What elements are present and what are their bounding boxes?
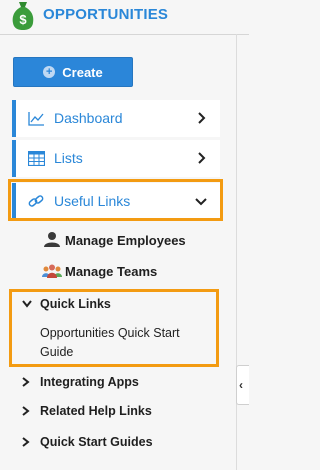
grid-list-icon [28,151,45,166]
section-integrating-apps[interactable]: Integrating Apps [20,375,139,389]
line-chart-icon [28,112,44,126]
section-label: Quick Start Guides [40,435,153,449]
chevron-right-icon [22,437,30,447]
money-bag-icon: $ [12,2,34,30]
section-quick-start-guides[interactable]: Quick Start Guides [20,435,153,449]
svg-text:$: $ [19,12,27,27]
chevron-right-icon [198,112,206,124]
section-label: Related Help Links [40,404,152,418]
link-manage-employees[interactable]: Manage Employees [65,233,186,248]
chevron-right-icon [22,406,30,416]
nav-item-lists[interactable]: Lists [12,140,220,177]
page-title: OPPORTUNITIES [43,6,169,23]
sidebar-collapse-toggle[interactable]: ‹ [236,365,249,405]
useful-links-highlight [8,179,223,221]
section-label: Integrating Apps [40,375,139,389]
nav-label-dashboard: Dashboard [54,110,123,126]
quick-links-highlight [9,289,219,367]
person-icon [44,232,60,247]
create-button-label: Create [62,64,103,80]
app-header: $ OPPORTUNITIES [0,0,249,35]
section-related-help-links[interactable]: Related Help Links [20,404,152,418]
team-icon [42,264,62,278]
create-button[interactable]: + Create [13,57,133,87]
chevron-right-icon [22,377,30,387]
plus-circle-icon: + [43,66,56,78]
chevron-right-icon [198,152,206,164]
link-manage-teams[interactable]: Manage Teams [65,264,157,279]
nav-item-dashboard[interactable]: Dashboard [12,100,220,137]
chevron-left-icon: ‹ [239,378,243,392]
nav-label-lists: Lists [54,150,83,166]
